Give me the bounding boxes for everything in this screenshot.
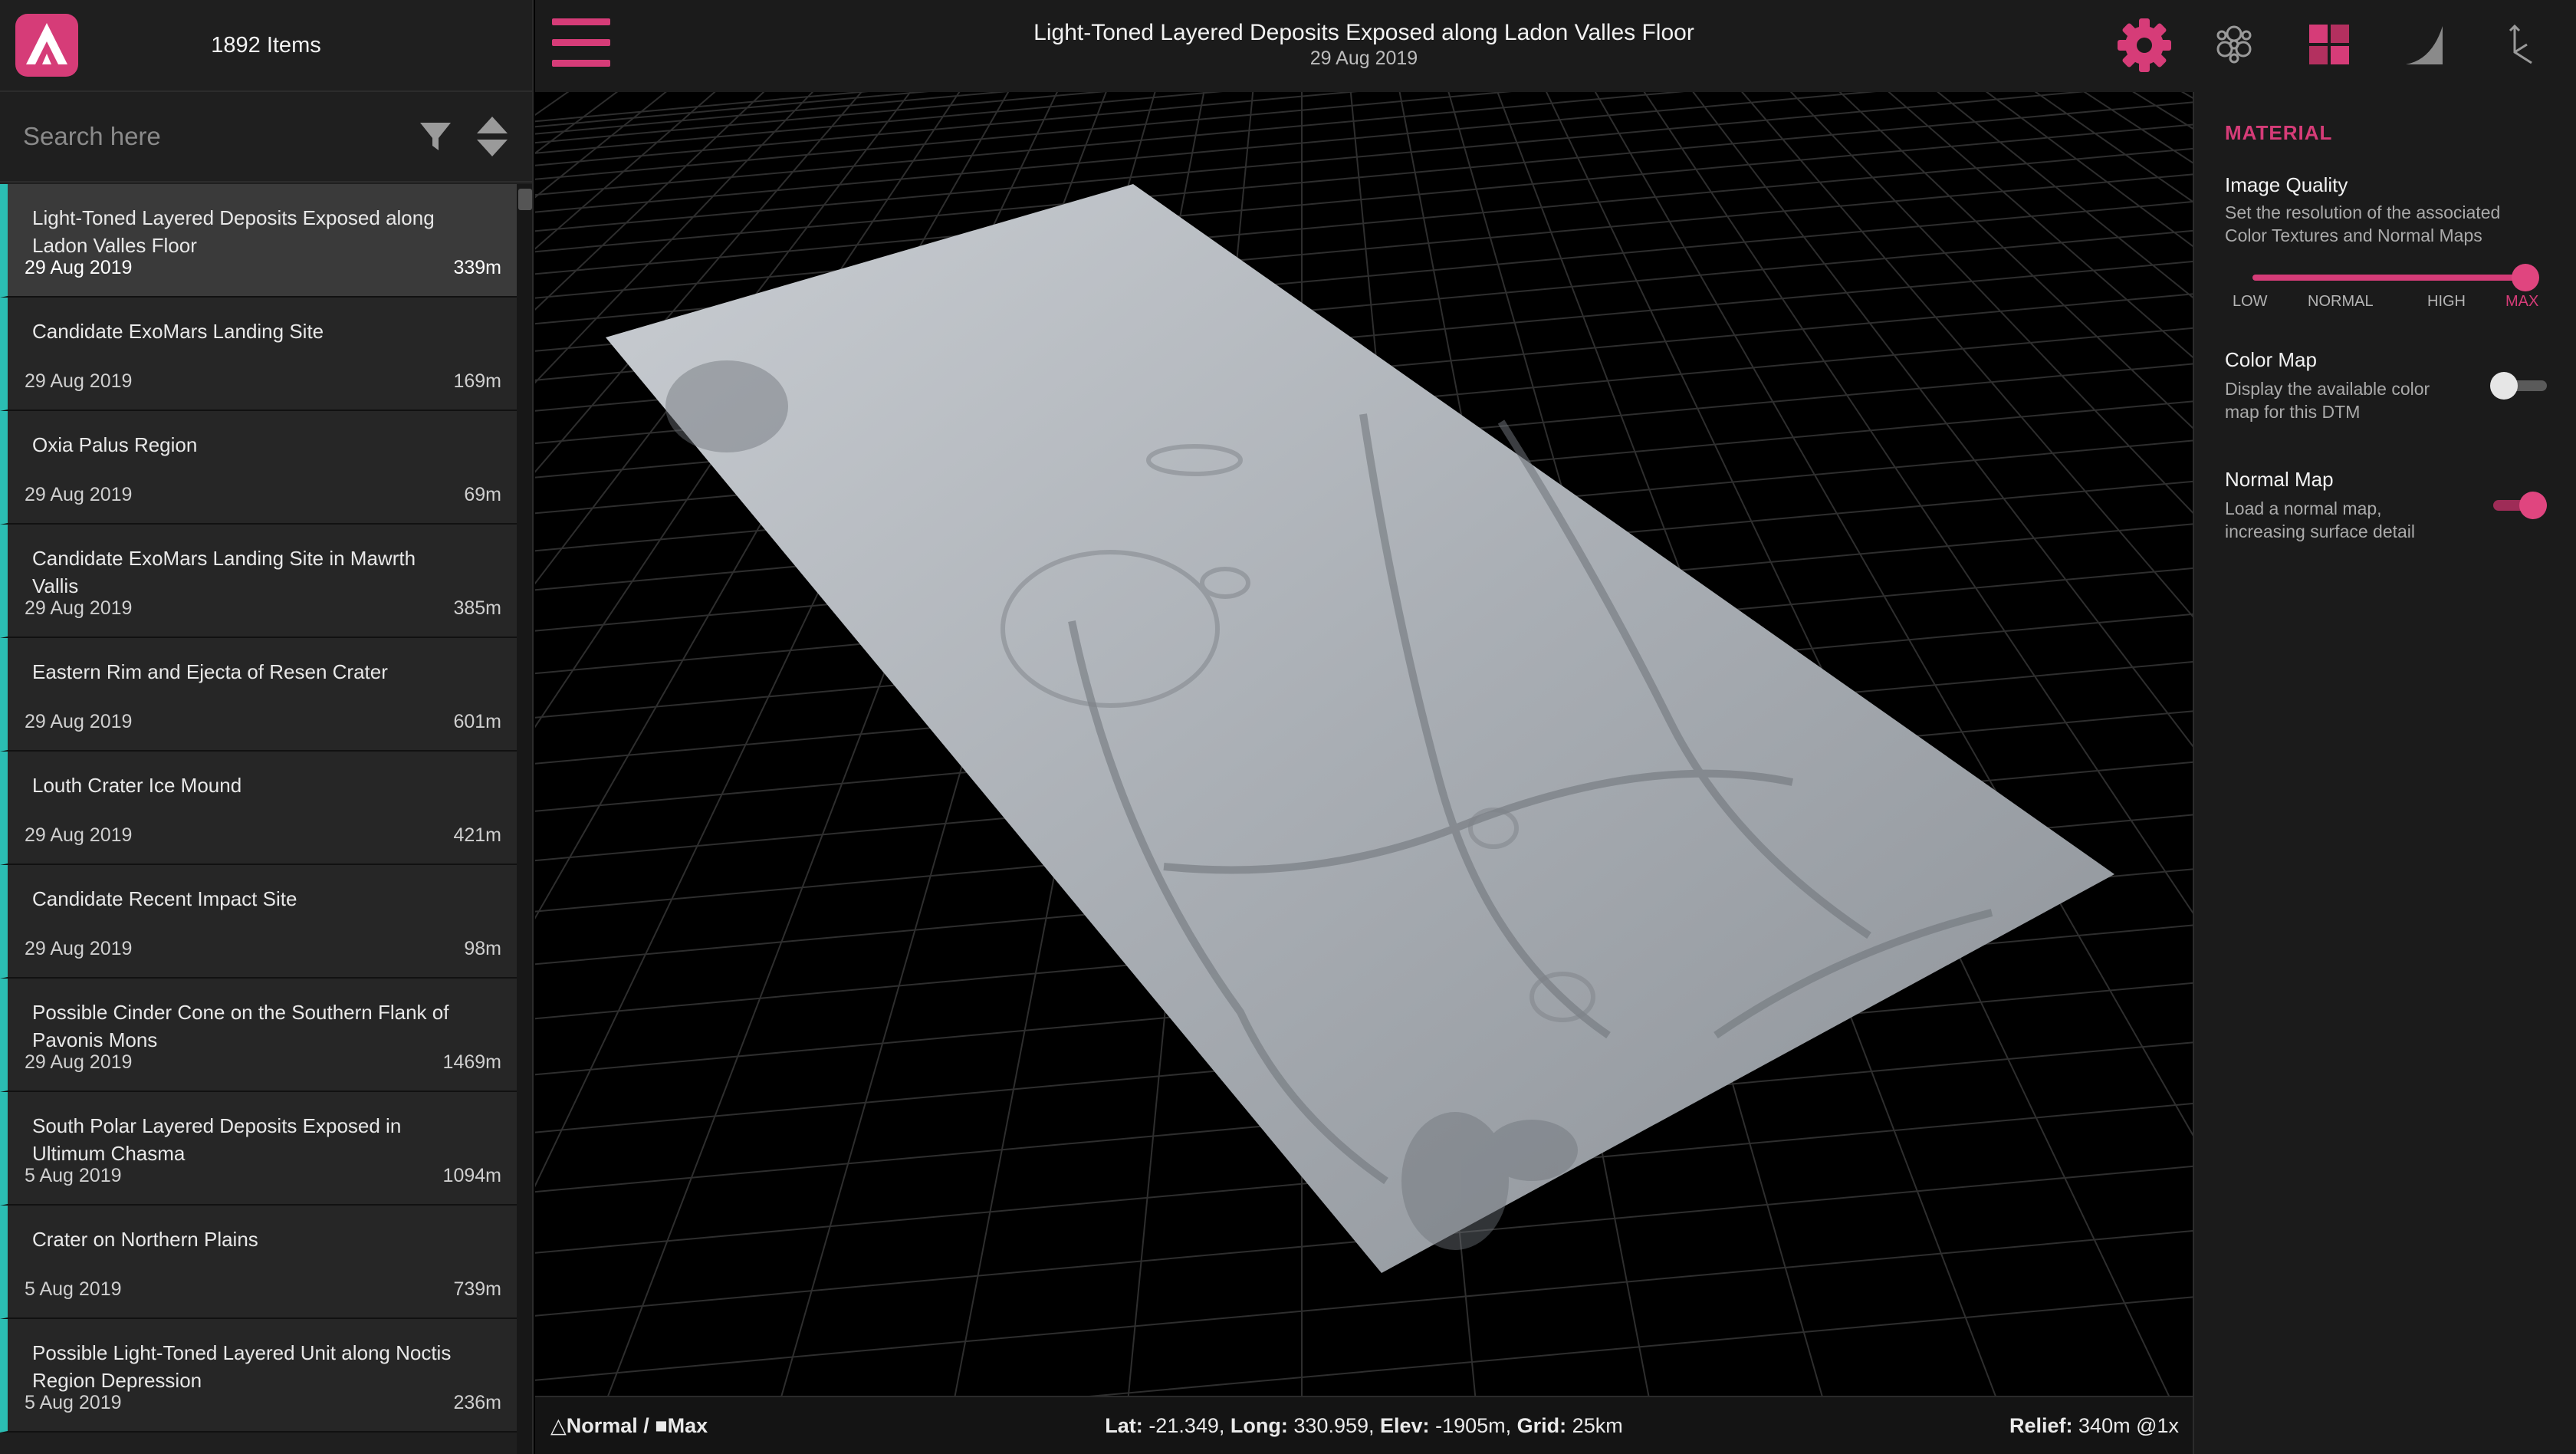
lat-value: -21.349, xyxy=(1148,1414,1225,1437)
top-bar: Light-Toned Layered Deposits Exposed alo… xyxy=(535,0,2576,92)
status-bar: △Normal / ■Max Lat: -21.349, Long: 330.9… xyxy=(535,1396,2193,1454)
quality-max-label[interactable]: MAX xyxy=(2505,293,2538,311)
list-item[interactable]: Candidate ExoMars Landing Site in Mawrth… xyxy=(0,525,517,638)
quality-normal-label[interactable]: NORMAL xyxy=(2308,293,2374,311)
axes-icon[interactable] xyxy=(2498,21,2544,67)
image-quality-desc: Set the resolution of the associated Col… xyxy=(2225,202,2501,245)
list-item-date: 29 Aug 2019 xyxy=(25,711,133,732)
list-item-title: Candidate Recent Impact Site xyxy=(32,887,297,910)
panel-heading: MATERIAL xyxy=(2225,121,2333,144)
list-item[interactable]: Possible Cinder Cone on the Southern Fla… xyxy=(0,979,517,1092)
list-item-title: Louth Crater Ice Mound xyxy=(32,774,242,797)
layers-icon[interactable] xyxy=(2306,21,2352,67)
list-item[interactable]: Crater on Northern Plains 5 Aug 2019 739m xyxy=(0,1206,517,1319)
list-item-size: 1469m xyxy=(442,1051,501,1073)
list-item-date: 29 Aug 2019 xyxy=(25,484,133,505)
app: 1892 Items Light-Toned Layered Deposits … xyxy=(0,0,2576,1454)
list-item-title: South Polar Layered Deposits Exposed in … xyxy=(32,1114,402,1165)
color-map-desc: Display the available color map for this… xyxy=(2225,379,2430,422)
lat-label: Lat: xyxy=(1105,1414,1143,1437)
long-value: 330.959, xyxy=(1293,1414,1375,1437)
list-item[interactable]: Eastern Rim and Ejecta of Resen Crater 29… xyxy=(0,638,517,752)
item-count: 1892 Items xyxy=(211,32,321,58)
elev-value: -1905m, xyxy=(1435,1414,1512,1437)
list-item[interactable]: Light-Toned Layered Deposits Exposed alo… xyxy=(0,184,517,298)
sidebar: 1892 Items Light-Toned Layered Deposits … xyxy=(0,0,534,1454)
long-label: Long: xyxy=(1230,1414,1288,1437)
gear-icon[interactable] xyxy=(2116,17,2173,74)
grid-label: Grid: xyxy=(1516,1414,1567,1437)
color-map-toggle-knob[interactable] xyxy=(2490,372,2518,400)
list-item-title: Oxia Palus Region xyxy=(32,433,198,456)
list-item-size: 236m xyxy=(453,1392,501,1413)
ramp-icon[interactable] xyxy=(2401,21,2447,67)
terrain-canvas[interactable] xyxy=(535,92,2193,1396)
list-item[interactable]: South Polar Layered Deposits Exposed in … xyxy=(0,1092,517,1206)
list-item-date: 29 Aug 2019 xyxy=(25,370,133,392)
list-item-size: 1094m xyxy=(442,1165,501,1186)
list-item-size: 339m xyxy=(453,257,501,278)
list-item-size: 601m xyxy=(453,711,501,732)
coordinates-readout: Lat: -21.349, Long: 330.959, Elev: -1905… xyxy=(535,1414,2193,1438)
list-item-title: Possible Light-Toned Layered Unit along … xyxy=(32,1341,452,1392)
list-item[interactable]: Oxia Palus Region 29 Aug 2019 69m xyxy=(0,411,517,525)
list-item-title: Possible Cinder Cone on the Southern Fla… xyxy=(32,1001,449,1051)
list-item-title: Candidate ExoMars Landing Site in Mawrth… xyxy=(32,547,416,597)
list-item-size: 739m xyxy=(453,1278,501,1300)
list-item-title: Light-Toned Layered Deposits Exposed alo… xyxy=(32,206,435,257)
sort-icon[interactable] xyxy=(475,115,509,158)
normal-map-title: Normal Map xyxy=(2225,468,2334,491)
list-item-size: 169m xyxy=(453,370,501,392)
scroll-thumb[interactable] xyxy=(518,189,532,210)
grid-value: 25km xyxy=(1572,1414,1623,1437)
image-quality-title: Image Quality xyxy=(2225,173,2348,196)
list-item-size: 421m xyxy=(453,824,501,846)
normal-map-toggle-knob[interactable] xyxy=(2519,492,2547,519)
page-date: 29 Aug 2019 xyxy=(1309,48,1418,69)
settings-panel: MATERIAL Image Quality Set the resolutio… xyxy=(2193,92,2576,1454)
list-item[interactable]: Louth Crater Ice Mound 29 Aug 2019 421m xyxy=(0,752,517,865)
list-item-date: 29 Aug 2019 xyxy=(25,824,133,846)
list-item-date: 5 Aug 2019 xyxy=(25,1392,122,1413)
elev-label: Elev: xyxy=(1380,1414,1430,1437)
list-item-size: 385m xyxy=(453,597,501,619)
list-item-date: 29 Aug 2019 xyxy=(25,597,133,619)
quality-low-label[interactable]: LOW xyxy=(2233,293,2268,311)
dtm-viewport[interactable] xyxy=(535,92,2193,1396)
list-item-date: 5 Aug 2019 xyxy=(25,1278,122,1300)
relief-readout[interactable]: Relief: 340m @1x xyxy=(2009,1414,2179,1438)
image-quality-slider[interactable] xyxy=(2252,275,2528,281)
normal-map-desc: Load a normal map, increasing surface de… xyxy=(2225,498,2416,541)
quality-high-label[interactable]: HIGH xyxy=(2427,293,2466,311)
list-item-title: Eastern Rim and Ejecta of Resen Crater xyxy=(32,660,388,683)
relief-value: 340m @1x xyxy=(2078,1414,2179,1437)
item-list: Light-Toned Layered Deposits Exposed alo… xyxy=(0,184,517,1433)
list-item-date: 29 Aug 2019 xyxy=(25,938,133,959)
scrollbar[interactable] xyxy=(517,184,532,1454)
image-quality-slider-knob[interactable] xyxy=(2512,264,2539,291)
relief-label: Relief: xyxy=(2009,1414,2073,1437)
list-item-date: 29 Aug 2019 xyxy=(25,1051,133,1073)
list-item[interactable]: Candidate ExoMars Landing Site 29 Aug 201… xyxy=(0,298,517,411)
color-map-title: Color Map xyxy=(2225,348,2317,371)
list-item[interactable]: Candidate Recent Impact Site 29 Aug 2019 9… xyxy=(0,865,517,979)
list-item-size: 69m xyxy=(464,484,501,505)
filter-icon[interactable] xyxy=(417,118,454,155)
list-item-date: 5 Aug 2019 xyxy=(25,1165,122,1186)
list-item-size: 98m xyxy=(464,938,501,959)
search-input[interactable] xyxy=(23,110,409,163)
list-item-title: Candidate ExoMars Landing Site xyxy=(32,320,324,343)
cluster-icon[interactable] xyxy=(2211,21,2257,67)
page-title: Light-Toned Layered Deposits Exposed alo… xyxy=(1033,20,1694,45)
search-row xyxy=(0,92,532,183)
list-item-title: Crater on Northern Plains xyxy=(32,1228,258,1251)
sidebar-header: 1892 Items xyxy=(0,0,532,92)
list-item[interactable]: Possible Light-Toned Layered Unit along … xyxy=(0,1319,517,1433)
list-item-date: 29 Aug 2019 xyxy=(25,257,133,278)
